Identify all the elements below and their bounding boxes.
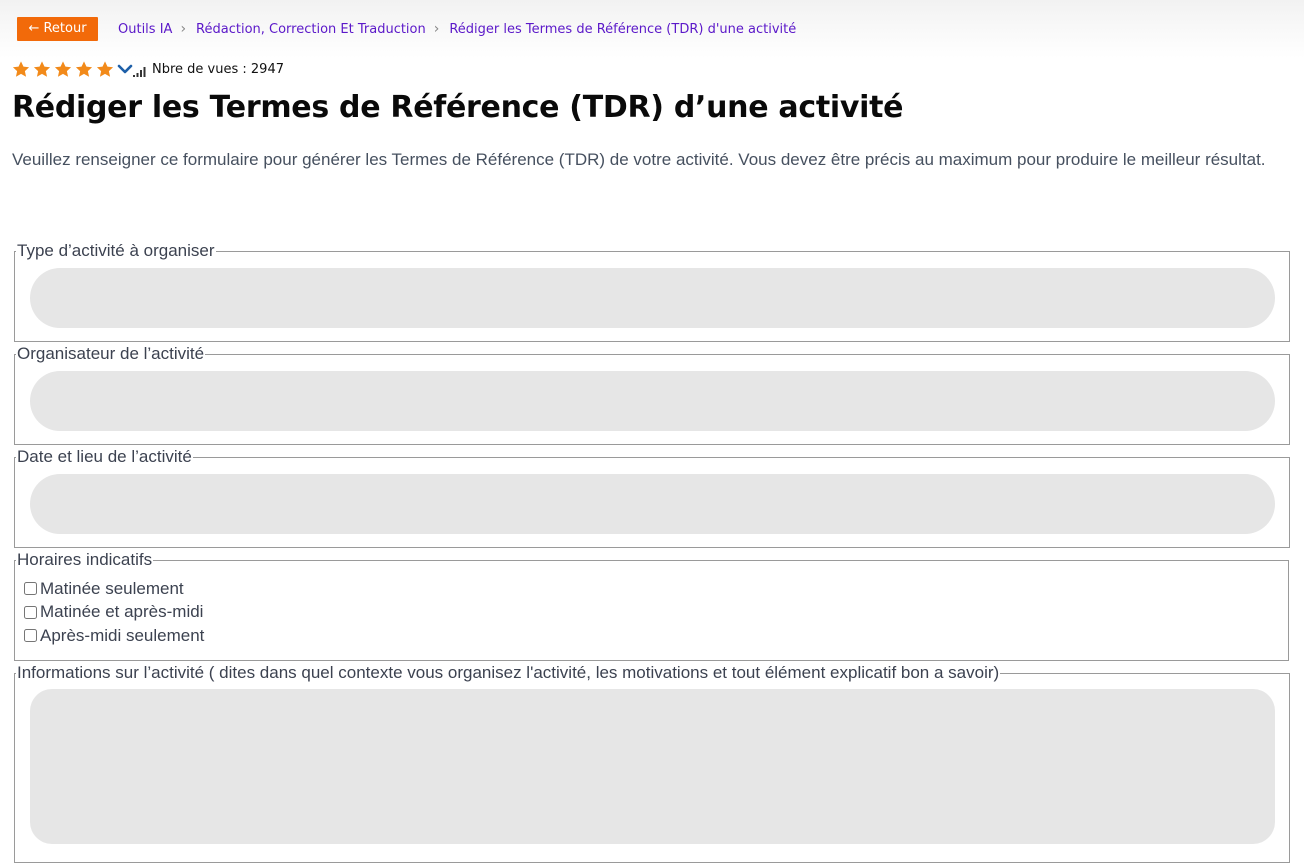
breadcrumb-item-category[interactable]: Rédaction, Correction Et Traduction <box>196 22 426 37</box>
chevron-down-icon[interactable] <box>117 62 133 76</box>
star-icon[interactable] <box>95 60 115 79</box>
breadcrumb-separator: › <box>433 21 440 37</box>
date-place-group: Date et lieu de l’activité <box>14 447 1290 548</box>
star-icon[interactable] <box>53 60 73 79</box>
schedule-checkbox-afternoon[interactable] <box>24 629 37 643</box>
schedule-option-label: Matinée et après-midi <box>40 602 204 622</box>
organizer-input[interactable] <box>30 371 1275 431</box>
schedule-option-full-day[interactable]: Matinée et après-midi <box>17 601 1274 625</box>
info-textarea[interactable] <box>30 689 1275 844</box>
breadcrumb-item-current[interactable]: Rédiger les Termes de Référence (TDR) d'… <box>449 22 796 37</box>
page-title: Rédiger les Termes de Référence (TDR) d’… <box>12 90 904 125</box>
star-rating[interactable] <box>11 60 115 79</box>
schedule-option-label: Matinée seulement <box>40 578 184 598</box>
star-icon[interactable] <box>74 60 94 79</box>
breadcrumb-item-tools[interactable]: Outils IA <box>118 22 172 37</box>
signal-bars-icon <box>133 67 146 77</box>
schedule-checkbox-morning[interactable] <box>24 582 37 596</box>
info-label: Informations sur l’activité ( dites dans… <box>17 663 1000 682</box>
date-place-label: Date et lieu de l’activité <box>17 447 192 466</box>
breadcrumb: Outils IA › Rédaction, Correction Et Tra… <box>118 20 796 38</box>
info-group: Informations sur l’activité ( dites dans… <box>14 663 1290 863</box>
schedule-option-afternoon[interactable]: Après-midi seulement <box>17 624 1274 648</box>
schedule-checkbox-full-day[interactable] <box>24 605 37 619</box>
schedule-group: Horaires indicatifs Matinée seulement Ma… <box>14 550 1289 661</box>
activity-type-input[interactable] <box>30 268 1275 328</box>
star-icon[interactable] <box>11 60 31 79</box>
activity-type-label: Type d’activité à organiser <box>17 241 215 260</box>
rating-bar: Nbre de vues : 2947 <box>11 59 284 79</box>
organizer-label: Organisateur de l’activité <box>17 344 205 363</box>
activity-type-group: Type d’activité à organiser <box>14 241 1290 342</box>
top-bar: ← Retour Outils IA › Rédaction, Correcti… <box>0 0 1304 58</box>
schedule-label: Horaires indicatifs <box>17 550 153 569</box>
back-button[interactable]: ← Retour <box>17 17 98 41</box>
schedule-option-label: Après-midi seulement <box>40 625 205 645</box>
organizer-group: Organisateur de l’activité <box>14 344 1290 445</box>
breadcrumb-separator: › <box>180 21 187 37</box>
star-icon[interactable] <box>32 60 52 79</box>
views-count: Nbre de vues : 2947 <box>152 61 284 77</box>
schedule-option-morning[interactable]: Matinée seulement <box>17 577 1274 601</box>
page-intro: Veuillez renseigner ce formulaire pour g… <box>12 150 1266 169</box>
date-place-input[interactable] <box>30 474 1275 534</box>
